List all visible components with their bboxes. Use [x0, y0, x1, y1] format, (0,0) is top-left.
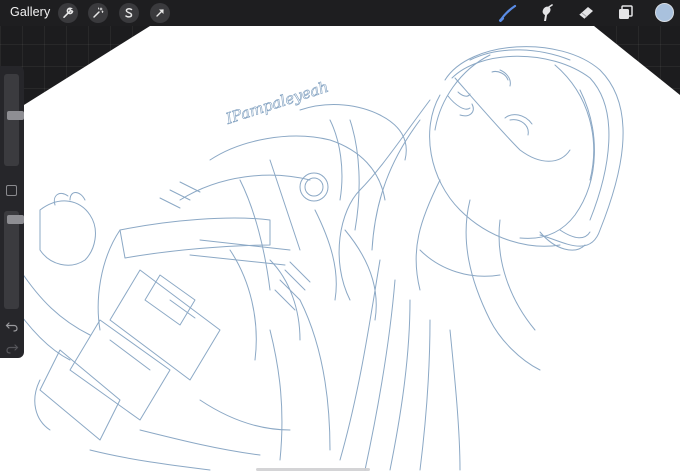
opacity-thumb[interactable] — [7, 215, 24, 224]
layers-button[interactable] — [615, 3, 637, 23]
transform-button[interactable] — [150, 3, 170, 23]
modify-button[interactable] — [6, 185, 17, 196]
drawing-canvas[interactable]: IPampaleyeah — [0, 0, 680, 475]
magic-wand-icon — [93, 7, 104, 18]
left-sidebar — [0, 66, 24, 358]
brush-size-slider[interactable] — [4, 74, 24, 166]
brush-size-thumb[interactable] — [7, 111, 24, 120]
smudge-tool-button[interactable] — [535, 3, 557, 23]
gallery-button[interactable]: Gallery — [10, 5, 50, 19]
actions-button[interactable] — [58, 3, 78, 23]
undo-icon[interactable] — [5, 320, 19, 332]
eraser-icon — [578, 7, 593, 20]
selection-button[interactable] — [119, 3, 139, 23]
wrench-icon — [63, 7, 74, 18]
home-indicator — [256, 468, 370, 471]
brush-tool-button[interactable] — [497, 3, 519, 23]
top-toolbar: Gallery — [0, 0, 680, 26]
brush-icon — [499, 4, 517, 22]
smudge-icon — [542, 4, 553, 21]
transform-arrow-icon — [156, 9, 164, 17]
redo-icon[interactable] — [5, 342, 19, 354]
canvas-paper — [0, 26, 680, 475]
opacity-slider[interactable] — [4, 211, 24, 309]
eraser-tool-button[interactable] — [575, 3, 597, 23]
color-picker-swatch[interactable] — [655, 3, 674, 22]
adjustments-button[interactable] — [88, 3, 108, 23]
layers-icon — [619, 5, 633, 19]
selection-s-icon — [125, 8, 133, 18]
